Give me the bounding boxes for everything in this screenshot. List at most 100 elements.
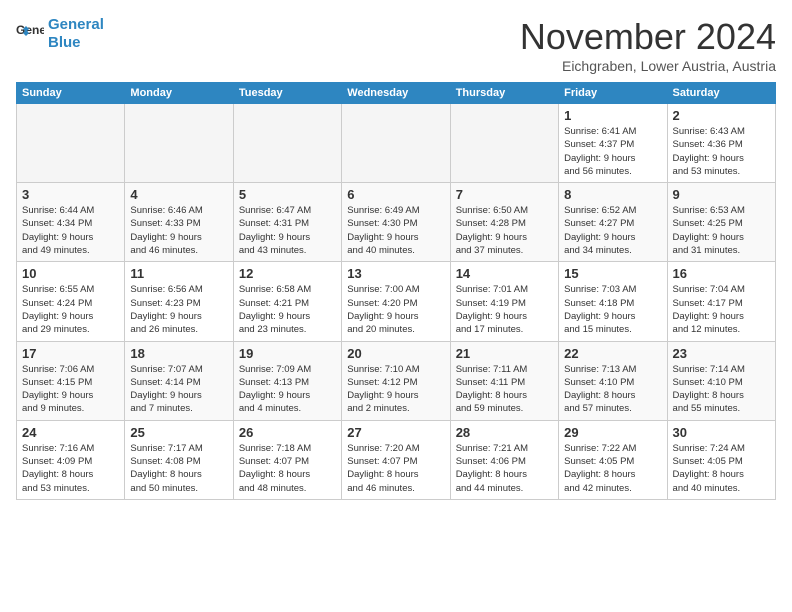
day-number: 30: [673, 425, 770, 440]
day-number: 16: [673, 266, 770, 281]
calendar-cell: 11Sunrise: 6:56 AM Sunset: 4:23 PM Dayli…: [125, 262, 233, 341]
month-title: November 2024: [520, 16, 776, 58]
weekday-header-thursday: Thursday: [450, 83, 558, 104]
calendar-cell: [233, 104, 341, 183]
day-number: 4: [130, 187, 227, 202]
day-info: Sunrise: 6:44 AM Sunset: 4:34 PM Dayligh…: [22, 204, 119, 257]
logo-icon: General: [16, 20, 44, 48]
calendar-cell: 2 Sunrise: 6:43 AM Sunset: 4:36 PM Daylig…: [667, 104, 775, 183]
calendar-cell: 8 Sunrise: 6:52 AM Sunset: 4:27 PM Daylig…: [559, 183, 667, 262]
weekday-header-friday: Friday: [559, 83, 667, 104]
calendar-cell: [125, 104, 233, 183]
calendar-cell: 21Sunrise: 7:11 AM Sunset: 4:11 PM Dayli…: [450, 341, 558, 420]
day-info: Sunrise: 6:43 AM Sunset: 4:36 PM Dayligh…: [673, 125, 770, 178]
day-number: 5: [239, 187, 336, 202]
day-info: Sunrise: 6:53 AM Sunset: 4:25 PM Dayligh…: [673, 204, 770, 257]
location-title: Eichgraben, Lower Austria, Austria: [520, 58, 776, 74]
day-info: Sunrise: 7:21 AM Sunset: 4:06 PM Dayligh…: [456, 442, 553, 495]
day-number: 15: [564, 266, 661, 281]
day-info: Sunrise: 7:03 AM Sunset: 4:18 PM Dayligh…: [564, 283, 661, 336]
calendar-cell: [342, 104, 450, 183]
day-info: Sunrise: 6:56 AM Sunset: 4:23 PM Dayligh…: [130, 283, 227, 336]
day-info: Sunrise: 7:22 AM Sunset: 4:05 PM Dayligh…: [564, 442, 661, 495]
calendar-cell: 20 Sunrise: 7:10 AM Sunset: 4:12 PM Dayli…: [342, 341, 450, 420]
calendar-week-row: 1 Sunrise: 6:41 AM Sunset: 4:37 PM Daylig…: [17, 104, 776, 183]
day-number: 9: [673, 187, 770, 202]
logo-blue: Blue: [48, 34, 104, 52]
day-number: 14: [456, 266, 553, 281]
calendar-cell: 12 Sunrise: 6:58 AM Sunset: 4:21 PM Dayli…: [233, 262, 341, 341]
calendar-cell: 10 Sunrise: 6:55 AM Sunset: 4:24 PM Dayli…: [17, 262, 125, 341]
day-number: 7: [456, 187, 553, 202]
day-info: Sunrise: 6:41 AM Sunset: 4:37 PM Dayligh…: [564, 125, 661, 178]
calendar-cell: 25 Sunrise: 7:17 AM Sunset: 4:08 PM Dayli…: [125, 420, 233, 499]
day-number: 29: [564, 425, 661, 440]
day-info: Sunrise: 6:55 AM Sunset: 4:24 PM Dayligh…: [22, 283, 119, 336]
day-number: 1: [564, 108, 661, 123]
calendar-cell: 22 Sunrise: 7:13 AM Sunset: 4:10 PM Dayli…: [559, 341, 667, 420]
header: General General Blue November 2024 Eichg…: [16, 16, 776, 74]
calendar-cell: 29 Sunrise: 7:22 AM Sunset: 4:05 PM Dayli…: [559, 420, 667, 499]
logo-general: General: [48, 16, 104, 33]
day-number: 27: [347, 425, 444, 440]
day-number: 10: [22, 266, 119, 281]
calendar-cell: 17Sunrise: 7:06 AM Sunset: 4:15 PM Dayli…: [17, 341, 125, 420]
day-info: Sunrise: 7:06 AM Sunset: 4:15 PM Dayligh…: [22, 363, 119, 416]
weekday-header-monday: Monday: [125, 83, 233, 104]
calendar-cell: 5Sunrise: 6:47 AM Sunset: 4:31 PM Daylig…: [233, 183, 341, 262]
day-number: 24: [22, 425, 119, 440]
calendar-week-row: 24 Sunrise: 7:16 AM Sunset: 4:09 PM Dayli…: [17, 420, 776, 499]
day-info: Sunrise: 7:24 AM Sunset: 4:05 PM Dayligh…: [673, 442, 770, 495]
weekday-header-wednesday: Wednesday: [342, 83, 450, 104]
calendar-cell: 1 Sunrise: 6:41 AM Sunset: 4:37 PM Daylig…: [559, 104, 667, 183]
day-number: 26: [239, 425, 336, 440]
calendar-table: SundayMondayTuesdayWednesdayThursdayFrid…: [16, 82, 776, 500]
day-info: Sunrise: 6:58 AM Sunset: 4:21 PM Dayligh…: [239, 283, 336, 336]
day-number: 20: [347, 346, 444, 361]
day-info: Sunrise: 7:10 AM Sunset: 4:12 PM Dayligh…: [347, 363, 444, 416]
calendar-cell: 15 Sunrise: 7:03 AM Sunset: 4:18 PM Dayli…: [559, 262, 667, 341]
day-info: Sunrise: 6:49 AM Sunset: 4:30 PM Dayligh…: [347, 204, 444, 257]
weekday-header-sunday: Sunday: [17, 83, 125, 104]
day-number: 8: [564, 187, 661, 202]
day-number: 25: [130, 425, 227, 440]
day-number: 2: [673, 108, 770, 123]
logo: General General Blue: [16, 16, 104, 52]
day-number: 22: [564, 346, 661, 361]
calendar-cell: [17, 104, 125, 183]
calendar-cell: 27 Sunrise: 7:20 AM Sunset: 4:07 PM Dayli…: [342, 420, 450, 499]
title-block: November 2024 Eichgraben, Lower Austria,…: [520, 16, 776, 74]
calendar-cell: 14 Sunrise: 7:01 AM Sunset: 4:19 PM Dayli…: [450, 262, 558, 341]
calendar-week-row: 3Sunrise: 6:44 AM Sunset: 4:34 PM Daylig…: [17, 183, 776, 262]
day-info: Sunrise: 6:52 AM Sunset: 4:27 PM Dayligh…: [564, 204, 661, 257]
day-info: Sunrise: 7:18 AM Sunset: 4:07 PM Dayligh…: [239, 442, 336, 495]
day-number: 28: [456, 425, 553, 440]
calendar-cell: 9 Sunrise: 6:53 AM Sunset: 4:25 PM Daylig…: [667, 183, 775, 262]
calendar-cell: 16Sunrise: 7:04 AM Sunset: 4:17 PM Dayli…: [667, 262, 775, 341]
calendar-cell: 6 Sunrise: 6:49 AM Sunset: 4:30 PM Daylig…: [342, 183, 450, 262]
calendar-week-row: 17Sunrise: 7:06 AM Sunset: 4:15 PM Dayli…: [17, 341, 776, 420]
calendar-cell: 7 Sunrise: 6:50 AM Sunset: 4:28 PM Daylig…: [450, 183, 558, 262]
calendar-week-row: 10 Sunrise: 6:55 AM Sunset: 4:24 PM Dayli…: [17, 262, 776, 341]
day-info: Sunrise: 6:50 AM Sunset: 4:28 PM Dayligh…: [456, 204, 553, 257]
day-info: Sunrise: 7:13 AM Sunset: 4:10 PM Dayligh…: [564, 363, 661, 416]
calendar-cell: 13Sunrise: 7:00 AM Sunset: 4:20 PM Dayli…: [342, 262, 450, 341]
day-number: 6: [347, 187, 444, 202]
day-info: Sunrise: 7:01 AM Sunset: 4:19 PM Dayligh…: [456, 283, 553, 336]
calendar-cell: 23Sunrise: 7:14 AM Sunset: 4:10 PM Dayli…: [667, 341, 775, 420]
day-info: Sunrise: 7:16 AM Sunset: 4:09 PM Dayligh…: [22, 442, 119, 495]
day-number: 23: [673, 346, 770, 361]
calendar-cell: 18Sunrise: 7:07 AM Sunset: 4:14 PM Dayli…: [125, 341, 233, 420]
day-info: Sunrise: 7:00 AM Sunset: 4:20 PM Dayligh…: [347, 283, 444, 336]
day-info: Sunrise: 7:17 AM Sunset: 4:08 PM Dayligh…: [130, 442, 227, 495]
calendar-cell: 4 Sunrise: 6:46 AM Sunset: 4:33 PM Daylig…: [125, 183, 233, 262]
day-info: Sunrise: 7:09 AM Sunset: 4:13 PM Dayligh…: [239, 363, 336, 416]
day-number: 19: [239, 346, 336, 361]
day-number: 18: [130, 346, 227, 361]
day-info: Sunrise: 7:11 AM Sunset: 4:11 PM Dayligh…: [456, 363, 553, 416]
calendar-cell: 26 Sunrise: 7:18 AM Sunset: 4:07 PM Dayli…: [233, 420, 341, 499]
day-info: Sunrise: 6:46 AM Sunset: 4:33 PM Dayligh…: [130, 204, 227, 257]
day-number: 12: [239, 266, 336, 281]
calendar-cell: 19 Sunrise: 7:09 AM Sunset: 4:13 PM Dayli…: [233, 341, 341, 420]
day-info: Sunrise: 7:20 AM Sunset: 4:07 PM Dayligh…: [347, 442, 444, 495]
